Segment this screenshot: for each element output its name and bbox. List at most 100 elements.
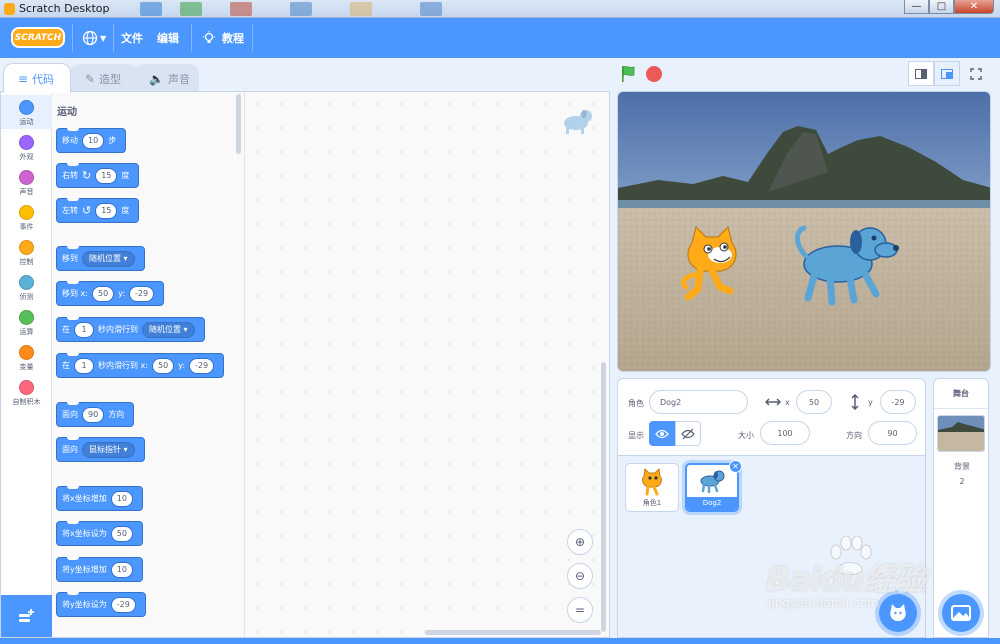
block-input[interactable]: 50 xyxy=(110,525,133,542)
category-sound[interactable]: 声音 xyxy=(1,165,52,199)
minimize-button[interactable]: — xyxy=(904,0,929,14)
block-input[interactable]: 1 xyxy=(74,357,94,374)
category-myblocks[interactable]: 自制积木 xyxy=(1,375,52,409)
block-move-steps[interactable]: 移动 10 步 xyxy=(56,128,127,153)
block-set-x[interactable]: 将x坐标设为 50 xyxy=(56,521,143,546)
file-menu[interactable]: 文件 xyxy=(121,18,143,58)
delete-sprite-button[interactable]: ✕ xyxy=(729,460,742,473)
block-dropdown[interactable]: 鼠标指针 ▾ xyxy=(82,441,135,458)
direction-label: 方向 xyxy=(846,431,862,440)
edit-menu[interactable]: 编辑 xyxy=(157,18,179,58)
block-glide-xy[interactable]: 在 1 秒内滑行到 x: 50 y: -29 xyxy=(56,353,225,378)
block-text: 度 xyxy=(121,206,130,215)
category-sensing[interactable]: 侦测 xyxy=(1,270,52,304)
sprite-card-name: 角色1 xyxy=(642,499,662,507)
sprite-card-dog2[interactable]: ✕ Dog2 xyxy=(685,460,742,512)
tab-sounds-label: 声音 xyxy=(167,72,190,86)
category-events[interactable]: 事件 xyxy=(1,200,52,234)
window-title: Scratch Desktop xyxy=(19,2,110,15)
block-input[interactable]: 15 xyxy=(95,202,118,219)
tab-code[interactable]: ≡ 代码 xyxy=(3,63,71,93)
block-input[interactable]: 10 xyxy=(82,132,105,149)
block-input[interactable]: 50 xyxy=(151,357,175,374)
category-motion[interactable]: 运动 xyxy=(1,95,52,129)
block-point-direction[interactable]: 面向 90 方向 xyxy=(56,402,135,427)
large-stage-button[interactable] xyxy=(934,61,960,86)
operators-dot-icon xyxy=(19,310,34,325)
palette-scrollbar[interactable] xyxy=(236,94,241,154)
script-workspace[interactable]: ⊕ ⊖ = xyxy=(245,92,609,637)
tab-costumes[interactable]: ✎ 造型 xyxy=(70,64,138,92)
block-change-x[interactable]: 将x坐标增加 10 xyxy=(56,486,143,511)
block-text: 右转 xyxy=(62,171,78,180)
category-operators[interactable]: 运算 xyxy=(1,305,52,339)
hide-sprite-button[interactable] xyxy=(675,421,701,446)
category-control[interactable]: 控制 xyxy=(1,235,52,269)
stage-canvas[interactable] xyxy=(617,91,991,372)
globe-icon xyxy=(82,30,98,46)
block-set-y[interactable]: 将y坐标设为 -29 xyxy=(56,592,146,617)
zoom-in-button[interactable]: ⊕ xyxy=(567,529,593,555)
size-input[interactable]: 100 xyxy=(760,421,810,445)
cat-sprite[interactable] xyxy=(680,225,744,305)
looks-dot-icon xyxy=(19,135,34,150)
menu-divider xyxy=(252,24,253,52)
block-input[interactable]: 10 xyxy=(110,490,133,507)
add-extension-button[interactable] xyxy=(1,595,52,637)
block-text: 将x坐标增加 xyxy=(62,494,107,503)
workspace-horizontal-scrollbar[interactable] xyxy=(425,630,601,635)
block-input[interactable]: -29 xyxy=(129,285,155,302)
block-change-y[interactable]: 将y坐标增加 10 xyxy=(56,557,143,582)
tutorials-menu[interactable]: 教程 xyxy=(202,18,244,58)
close-button[interactable]: ✕ xyxy=(954,0,994,14)
sprite-card-name: Dog2 xyxy=(687,497,737,510)
zoom-reset-button[interactable]: = xyxy=(567,597,593,623)
scratch-logo[interactable]: SCRATCH xyxy=(11,27,65,48)
choose-backdrop-button[interactable] xyxy=(942,594,980,632)
fullscreen-icon xyxy=(970,67,982,80)
block-text: y: xyxy=(178,361,186,370)
dog-sprite[interactable] xyxy=(790,220,902,308)
category-variables[interactable]: 变量 xyxy=(1,340,52,374)
dog-thumbnail xyxy=(700,470,725,494)
block-turn-left[interactable]: 左转 ↺ 15 度 xyxy=(56,198,140,223)
small-stage-button[interactable] xyxy=(908,61,934,86)
green-flag-icon[interactable] xyxy=(620,65,638,83)
workspace-vertical-scrollbar[interactable] xyxy=(601,362,606,632)
category-label: 变量 xyxy=(19,363,34,371)
block-dropdown[interactable]: 随机位置 ▾ xyxy=(82,250,135,267)
stop-button[interactable] xyxy=(646,66,662,82)
control-dot-icon xyxy=(19,240,34,255)
direction-input[interactable]: 90 xyxy=(868,421,917,445)
sprite-card-cat[interactable]: 角色1 xyxy=(625,463,679,512)
block-glide-to[interactable]: 在 1 秒内滑行到 随机位置 ▾ xyxy=(56,317,205,342)
tab-sounds[interactable]: 🔈 声音 xyxy=(134,64,199,92)
block-input[interactable]: 15 xyxy=(95,167,118,184)
tab-code-label: 代码 xyxy=(32,72,55,86)
lightbulb-icon xyxy=(203,31,215,43)
fullscreen-button[interactable] xyxy=(963,61,989,86)
block-point-towards[interactable]: 面向 鼠标指针 ▾ xyxy=(56,437,145,462)
dropdown-value: 随机位置 xyxy=(149,325,181,334)
block-input[interactable]: 50 xyxy=(91,285,115,302)
category-looks[interactable]: 外观 xyxy=(1,130,52,164)
maximize-button[interactable]: □ xyxy=(929,0,954,14)
block-input[interactable]: 10 xyxy=(110,561,133,578)
language-menu[interactable]: ▼ xyxy=(82,18,106,58)
block-input[interactable]: -29 xyxy=(189,357,215,374)
x-position-input[interactable]: 50 xyxy=(796,390,832,414)
block-goto[interactable]: 移到 随机位置 ▾ xyxy=(56,246,145,271)
block-turn-right[interactable]: 右转 ↻ 15 度 xyxy=(56,163,140,188)
block-text: 方向 xyxy=(108,410,125,419)
block-input[interactable]: 90 xyxy=(82,406,105,423)
block-input[interactable]: -29 xyxy=(110,596,136,613)
y-position-input[interactable]: -29 xyxy=(880,390,916,414)
choose-sprite-button[interactable] xyxy=(879,594,917,632)
block-dropdown[interactable]: 随机位置 ▾ xyxy=(142,321,195,338)
sprite-name-input[interactable]: Dog2 xyxy=(649,390,748,414)
block-input[interactable]: 1 xyxy=(74,321,94,338)
block-goto-xy[interactable]: 移到 x: 50 y: -29 xyxy=(56,281,165,306)
extension-icon xyxy=(18,609,34,622)
zoom-out-button[interactable]: ⊖ xyxy=(567,563,593,589)
show-sprite-button[interactable] xyxy=(649,421,675,446)
